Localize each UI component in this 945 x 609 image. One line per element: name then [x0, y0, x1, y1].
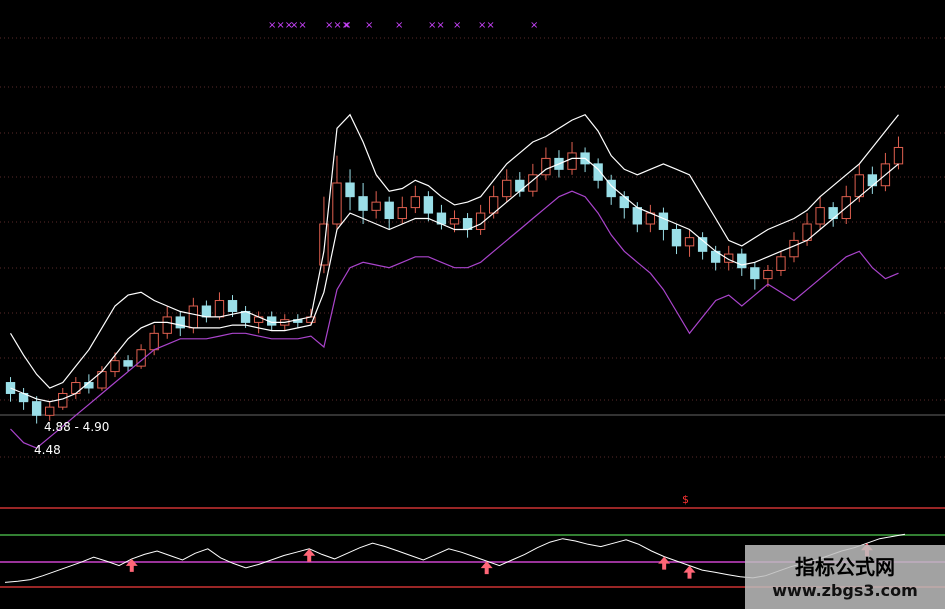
candle-body	[371, 201, 381, 211]
candle-body	[410, 196, 421, 209]
candle-body	[854, 174, 864, 198]
candlestick-series	[5, 136, 904, 424]
candle-body	[358, 196, 368, 211]
candle-body	[227, 300, 238, 312]
candle-body	[828, 207, 838, 220]
candle-body	[502, 179, 512, 198]
candle-body	[671, 228, 682, 247]
candle-body	[123, 360, 133, 367]
watermark-url: www.zbgs3.com	[772, 581, 918, 600]
candle-body	[397, 207, 407, 220]
candle-body	[149, 332, 159, 351]
candle-body	[515, 179, 525, 192]
candle-body	[31, 401, 42, 416]
price-annotations: 4.88 - 4.90 4.48 $	[34, 420, 689, 506]
x-mark: ××	[478, 20, 495, 31]
candle-body	[384, 201, 394, 220]
candle-body	[763, 269, 773, 280]
candle-body	[867, 174, 878, 187]
candle-body	[750, 267, 760, 280]
candle-body	[893, 146, 904, 165]
moving-average-lines	[9, 113, 899, 449]
watermark-title: 指标公式网	[795, 555, 895, 579]
candle-body	[345, 182, 355, 198]
candle-body	[684, 237, 695, 247]
candle-body	[815, 207, 825, 225]
x-mark: ×	[365, 20, 373, 31]
candle-body	[71, 382, 81, 394]
x-mark: ×	[530, 20, 538, 31]
price-grid	[0, 37, 945, 458]
candle-body	[776, 256, 786, 271]
candle-body	[58, 392, 68, 408]
x-mark: ×	[453, 20, 461, 31]
sell-signal-marker: $	[682, 493, 689, 506]
candle-body	[789, 239, 799, 258]
candle-body	[737, 253, 747, 269]
candle-body	[201, 305, 212, 318]
candle-body	[449, 218, 460, 225]
x-marks-row: ××××× ×××× × × ×× × ×× ×	[268, 20, 538, 31]
candle-body	[632, 207, 642, 225]
low-value-label: 4.48	[34, 443, 61, 457]
candle-body	[658, 212, 669, 230]
x-mark: ×	[343, 20, 351, 31]
candle-body	[214, 300, 225, 318]
stock-chart: ××××× ×××× × × ×× × ×× × 4.88 - 4.90 4.48 $	[0, 20, 945, 588]
x-mark: ××	[290, 20, 307, 31]
candle-body	[188, 305, 199, 329]
candle-body	[162, 316, 172, 334]
candle-body	[619, 196, 629, 209]
watermark-badge: 指标公式网 www.zbgs3.com	[745, 545, 945, 609]
x-mark: ×	[395, 20, 403, 31]
candle-body	[332, 182, 342, 225]
ma-line-1	[9, 113, 899, 389]
candle-body	[319, 223, 329, 266]
candle-body	[567, 152, 577, 170]
candle-body	[110, 360, 120, 373]
x-mark: ××	[428, 20, 445, 31]
candle-body	[423, 196, 434, 214]
candle-body	[45, 406, 55, 416]
high-range-label: 4.88 - 4.90	[44, 420, 109, 434]
